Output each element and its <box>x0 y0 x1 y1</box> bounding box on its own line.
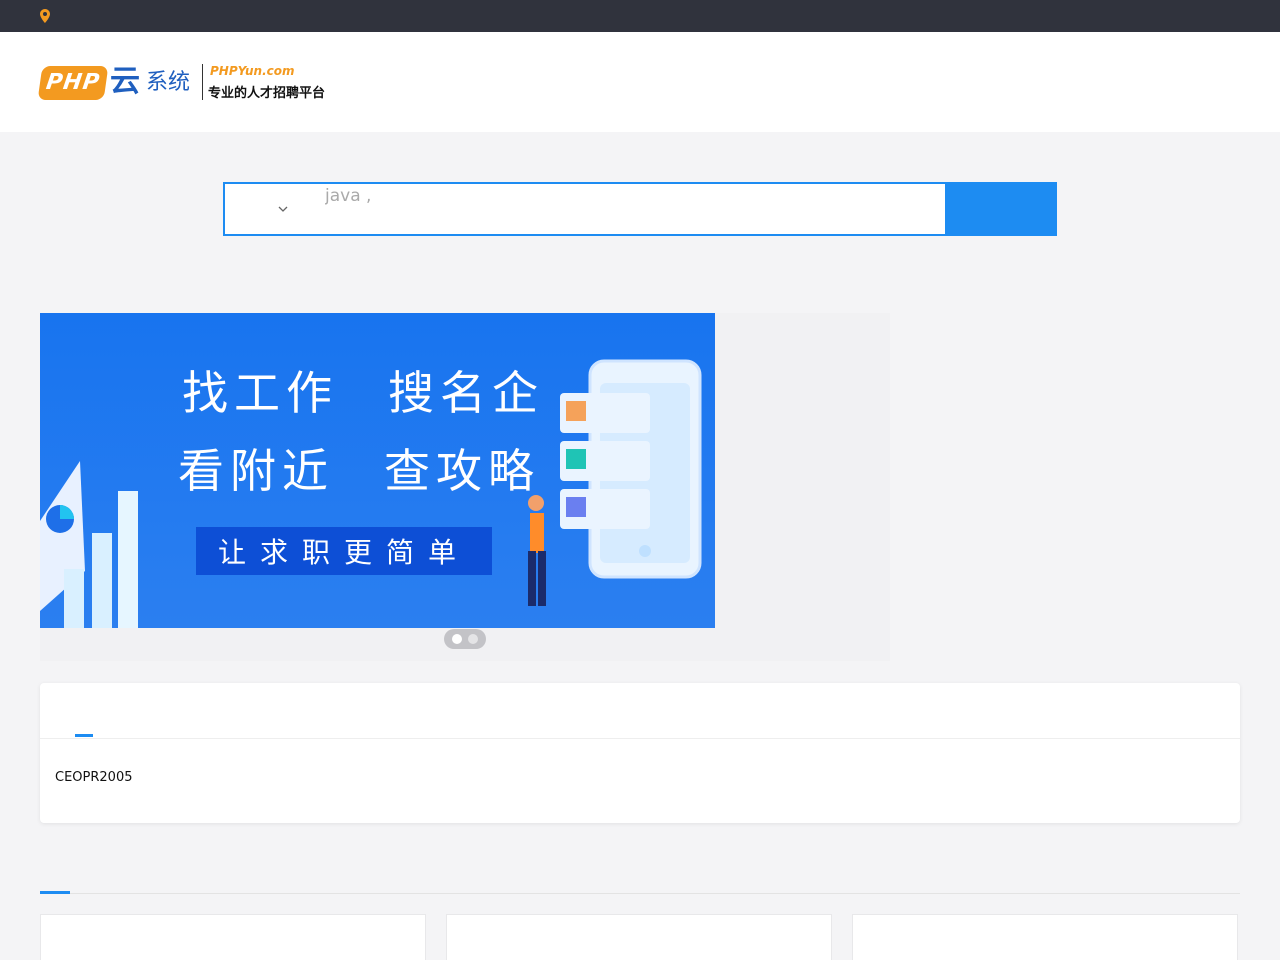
banner-text-find-job: 找工作 <box>182 366 338 420</box>
intro-divider <box>40 738 1240 739</box>
logo-php-mark: PHP <box>37 66 109 100</box>
content-tabs <box>40 850 1240 894</box>
carousel-dot-2[interactable] <box>468 634 478 644</box>
banner-slogan: 让求职更简单 <box>196 527 492 575</box>
active-tab-indicator <box>40 891 70 894</box>
carousel-dot-1[interactable] <box>452 634 462 644</box>
carousel-dots[interactable] <box>444 629 486 649</box>
logo-yun: 云 <box>110 64 140 99</box>
logo-xitong: 系统 <box>146 70 191 95</box>
intro-card: CEOPR2005 <box>40 683 1240 823</box>
search-button[interactable] <box>945 182 1057 236</box>
intro-body: CEOPR2005 <box>55 770 133 785</box>
chevron-down-icon <box>278 206 288 212</box>
list-item[interactable] <box>446 914 832 960</box>
header: PHP 云 系统 PHPYun.com 专业的人才招聘平台 <box>0 32 1280 132</box>
logo-divider <box>202 64 203 100</box>
banner-slide[interactable]: 找工作 搜名企 看附近 查攻略 让求职更简单 <box>40 313 715 628</box>
search-type-select[interactable] <box>225 184 325 234</box>
site-logo[interactable]: PHP 云 系统 PHPYun.com 专业的人才招聘平台 <box>37 62 340 104</box>
main-nav <box>360 32 1088 132</box>
top-bar <box>0 0 1280 32</box>
search-input[interactable] <box>325 184 945 208</box>
banner-carousel: 找工作 搜名企 看附近 查攻略 让求职更简单 <box>40 313 890 661</box>
phone-illustration-icon <box>528 359 702 606</box>
location-pin-icon <box>40 9 50 23</box>
logo-slogan: 专业的人才招聘平台 <box>208 86 326 101</box>
banner-text-nearby: 看附近 <box>178 444 334 498</box>
location-switch[interactable] <box>40 0 58 32</box>
logo-domain: PHPYun.com <box>210 64 295 78</box>
search-box <box>223 182 1057 236</box>
list-item[interactable] <box>852 914 1238 960</box>
list-item[interactable] <box>40 914 426 960</box>
intro-title-accent <box>75 734 93 737</box>
chart-illustration-icon <box>40 461 138 628</box>
